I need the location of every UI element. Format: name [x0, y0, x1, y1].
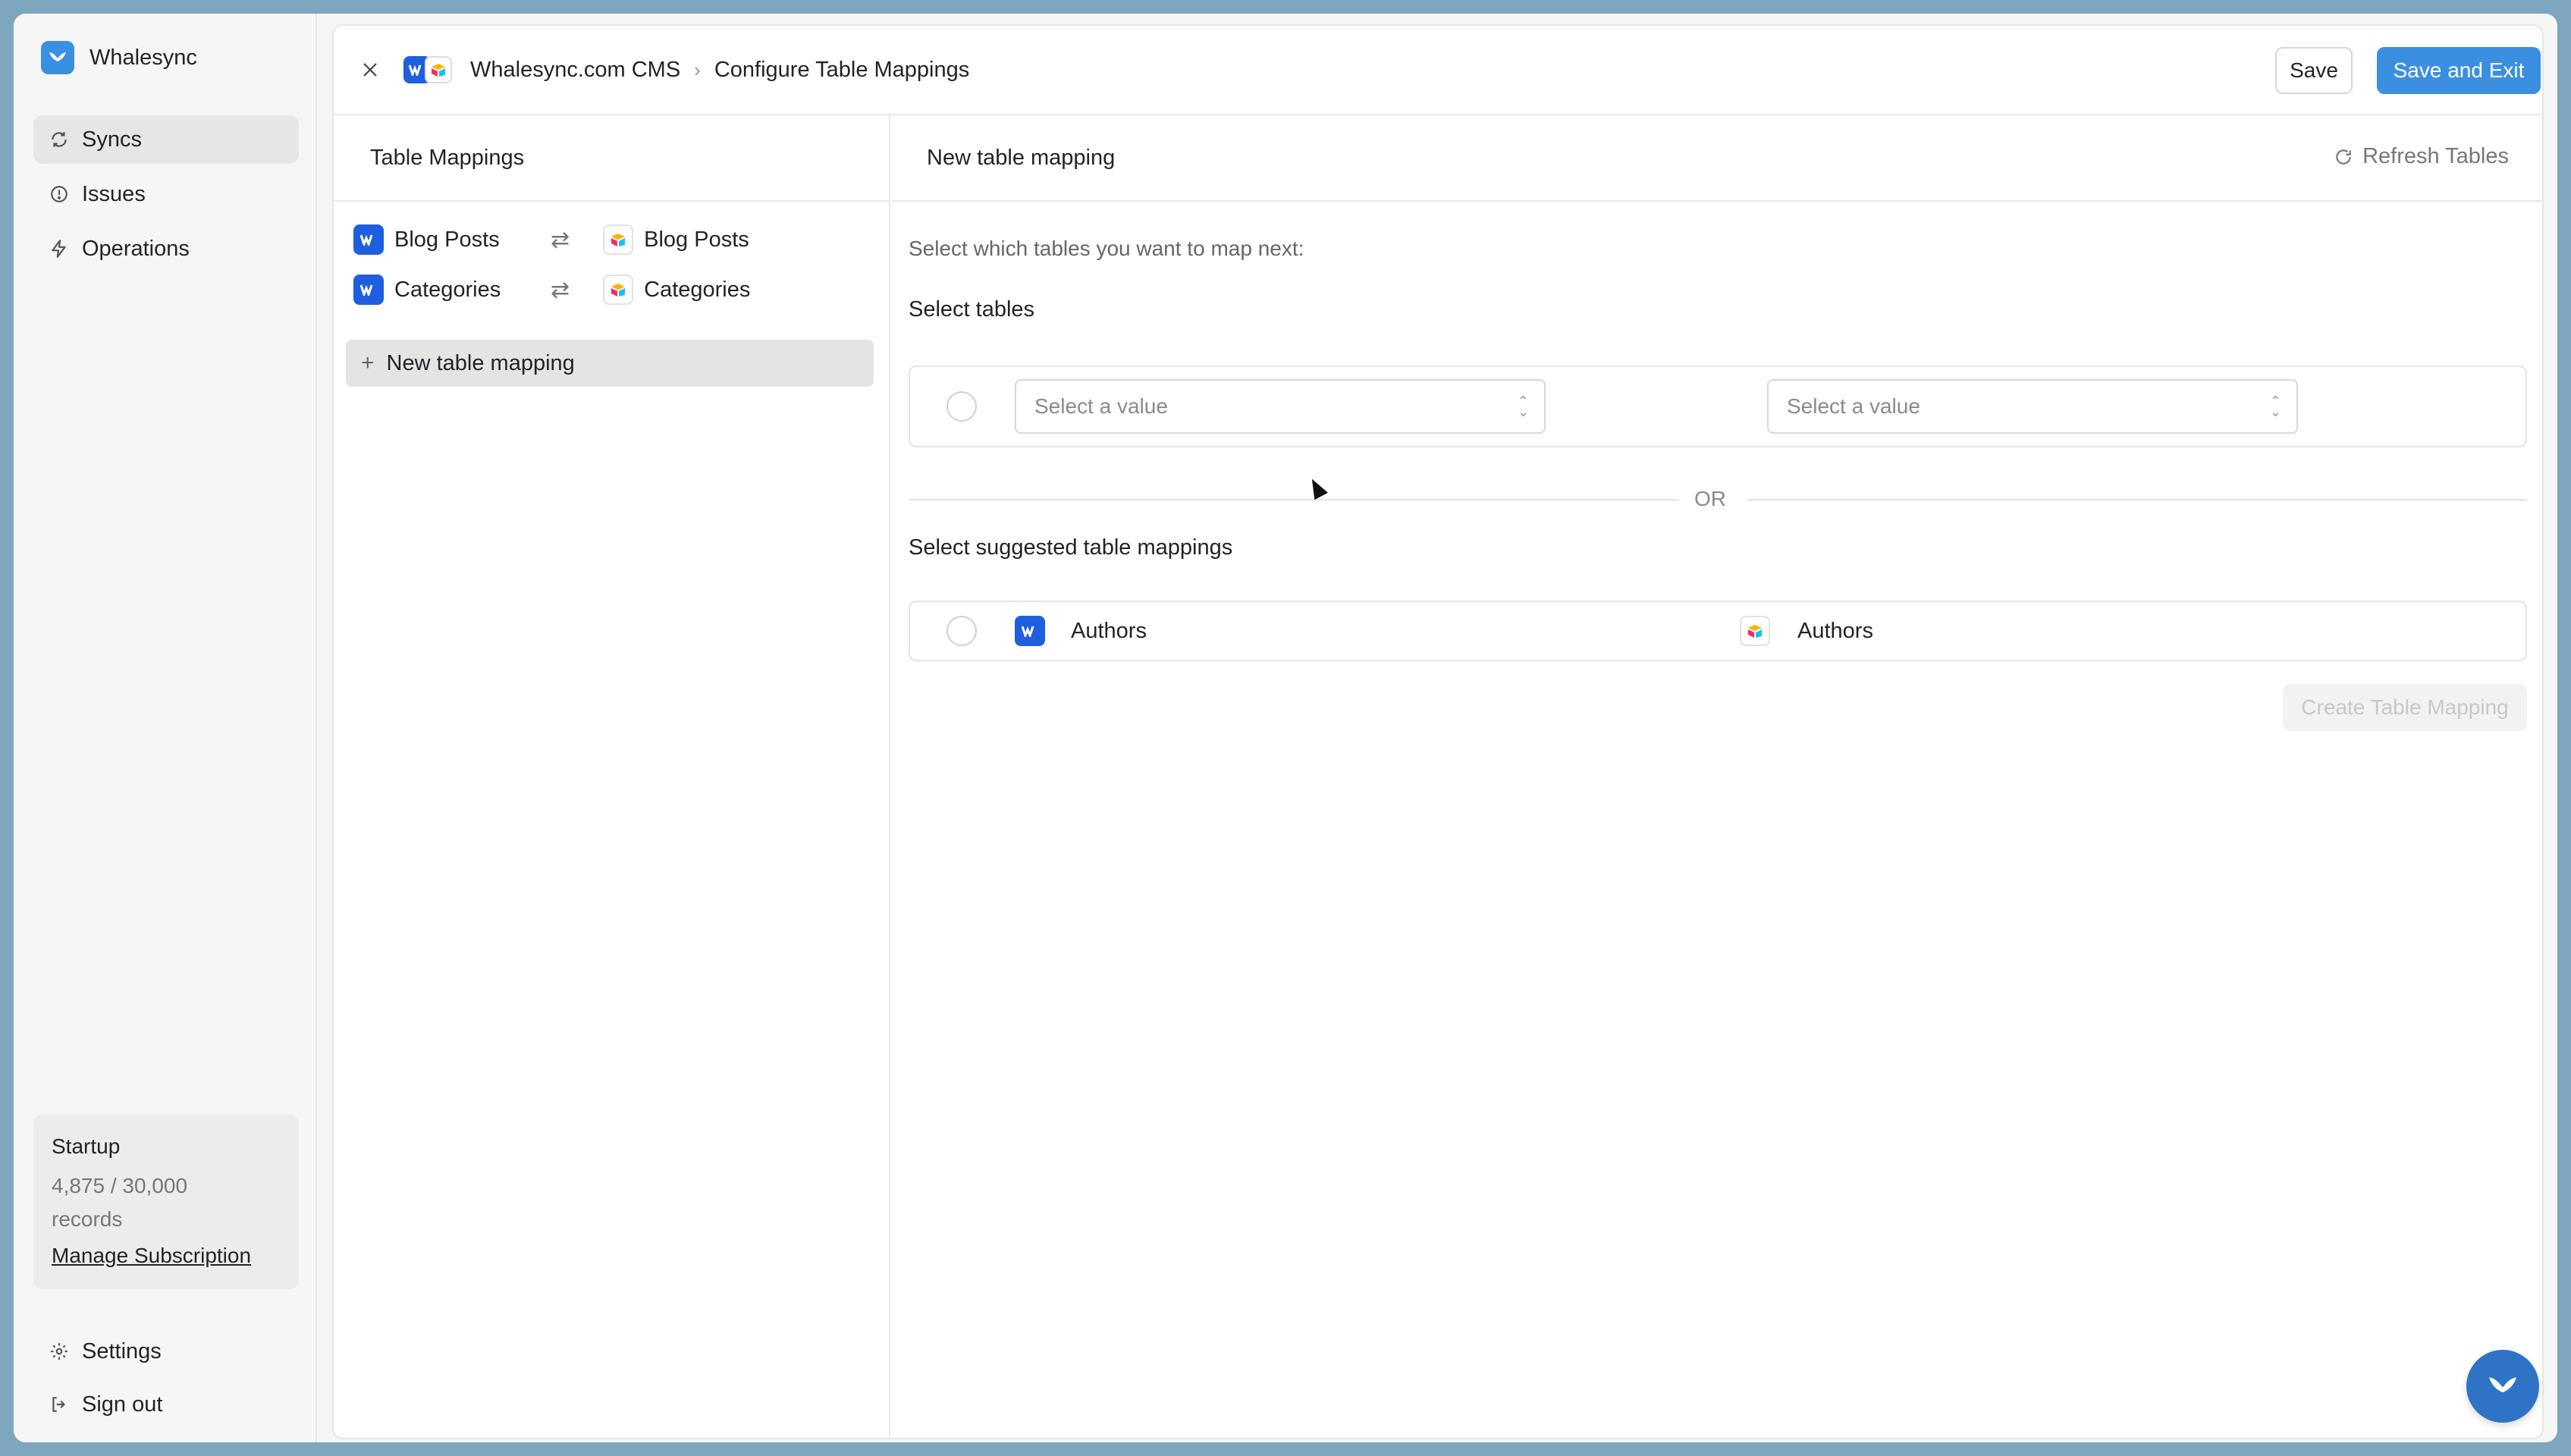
suggested-mappings-title: Select suggested table mappings — [909, 535, 1233, 560]
sign-out-icon — [49, 1394, 70, 1415]
refresh-tables-button[interactable]: Refresh Tables — [2334, 144, 2509, 169]
airtable-icon — [425, 56, 452, 83]
sync-pair-icon — [403, 53, 457, 86]
chevron-updown-icon: ⌃ ⌄ — [1517, 394, 1529, 419]
plan-card: Startup 4,875 / 30,000 records Manage Su… — [33, 1115, 299, 1289]
sidebar-nav: Syncs Issues Operations — [33, 115, 299, 279]
select-tables-radio[interactable] — [946, 391, 977, 422]
divider-line — [1747, 499, 2527, 500]
brand-name: Whalesync — [89, 45, 197, 70]
divider-line — [909, 499, 1679, 500]
target-table-select[interactable]: Select a value ⌃ ⌄ — [1767, 379, 2298, 434]
airtable-icon — [603, 275, 634, 305]
table-mapping-row[interactable]: Categories ⇄ Categories — [353, 267, 881, 312]
mapping-target: Blog Posts — [644, 227, 749, 252]
sidebar-item-settings[interactable]: Settings — [33, 1327, 299, 1376]
sidebar: Whalesync Syncs Issues Operations Startu… — [14, 14, 317, 1442]
select-tables-title: Select tables — [909, 297, 1035, 322]
sidebar-item-label: Settings — [82, 1338, 162, 1363]
top-bar: Whalesync.com CMS › Configure Table Mapp… — [334, 26, 2542, 115]
new-mapping-header: New table mapping Refresh Tables — [892, 115, 2544, 202]
suggested-source: Authors — [1071, 619, 1147, 643]
webflow-icon — [1015, 616, 1045, 646]
chevron-updown-icon: ⌃ ⌄ — [2269, 394, 2281, 419]
target-table-placeholder: Select a value — [1787, 394, 1920, 418]
new-table-mapping-item[interactable]: + New table mapping — [346, 340, 874, 387]
support-chat-button[interactable] — [2466, 1350, 2539, 1423]
table-mapping-row[interactable]: Blog Posts ⇄ Blog Posts — [353, 217, 881, 262]
table-mappings-title: Table Mappings — [334, 115, 889, 202]
airtable-icon — [603, 224, 634, 255]
breadcrumb-sync-name[interactable]: Whalesync.com CMS — [470, 58, 680, 83]
plus-icon: + — [361, 350, 375, 375]
new-mapping-pane: New table mapping Refresh Tables Select … — [892, 115, 2544, 1439]
new-mapping-title: New table mapping — [927, 146, 1116, 170]
breadcrumb: Whalesync.com CMS › Configure Table Mapp… — [403, 53, 969, 86]
save-button[interactable]: Save — [2275, 47, 2353, 94]
manage-subscription-link[interactable]: Manage Subscription — [52, 1244, 251, 1268]
sidebar-item-issues[interactable]: Issues — [33, 170, 299, 218]
suggested-mapping-row[interactable]: Authors Authors — [909, 601, 2527, 661]
new-table-mapping-label: New table mapping — [386, 350, 575, 375]
sidebar-item-label: Issues — [82, 181, 146, 206]
swap-arrows-icon: ⇄ — [551, 277, 570, 303]
plan-usage: 4,875 / 30,000 — [52, 1174, 188, 1197]
sidebar-bottom-nav: Settings Sign out — [33, 1327, 299, 1433]
close-button[interactable] — [356, 56, 384, 83]
mapping-target: Categories — [644, 277, 751, 302]
alert-circle-icon — [49, 184, 70, 205]
chevron-right-icon: › — [694, 58, 701, 81]
whale-tail-icon — [41, 41, 74, 74]
bolt-icon — [49, 238, 70, 259]
or-label: OR — [1694, 487, 1726, 510]
sidebar-item-sign-out[interactable]: Sign out — [33, 1380, 299, 1429]
brand[interactable]: Whalesync — [41, 41, 197, 74]
table-mappings-pane: Table Mappings Blog Posts ⇄ Blog Posts C… — [334, 115, 890, 1439]
sync-icon — [49, 129, 70, 150]
plan-usage-unit: records — [52, 1207, 123, 1231]
save-and-exit-button[interactable]: Save and Exit — [2377, 47, 2541, 94]
sidebar-item-label: Syncs — [82, 127, 142, 152]
close-icon — [363, 63, 377, 77]
main-panel: Whalesync.com CMS › Configure Table Mapp… — [332, 24, 2544, 1439]
plan-name: Startup — [52, 1134, 121, 1158]
webflow-icon — [353, 275, 384, 305]
refresh-tables-label: Refresh Tables — [2362, 144, 2509, 168]
gear-icon — [49, 1341, 70, 1362]
select-tables-row: Select a value ⌃ ⌄ Select a value ⌃ ⌄ — [909, 366, 2527, 447]
select-hint: Select which tables you want to map next… — [909, 237, 1304, 260]
suggested-mapping-radio[interactable] — [946, 616, 977, 646]
webflow-icon — [353, 224, 384, 255]
mapping-source: Blog Posts — [394, 227, 500, 252]
sidebar-item-label: Operations — [82, 236, 190, 261]
swap-arrows-icon: ⇄ — [551, 227, 570, 253]
refresh-icon — [2336, 149, 2351, 165]
whale-tail-icon — [2489, 1377, 2516, 1393]
sidebar-item-syncs[interactable]: Syncs — [33, 115, 299, 164]
mapping-source: Categories — [394, 277, 501, 302]
app-window: Whalesync Syncs Issues Operations Startu… — [14, 14, 2557, 1442]
source-table-placeholder: Select a value — [1034, 394, 1168, 418]
sidebar-item-label: Sign out — [82, 1392, 163, 1417]
or-divider: OR — [909, 484, 2527, 514]
create-table-mapping-button[interactable]: Create Table Mapping — [2283, 684, 2527, 731]
airtable-icon — [1740, 616, 1770, 646]
source-table-select[interactable]: Select a value ⌃ ⌄ — [1015, 379, 1546, 434]
sidebar-item-operations[interactable]: Operations — [33, 224, 299, 273]
page-title: Configure Table Mappings — [714, 57, 970, 82]
suggested-target: Authors — [1797, 619, 1873, 643]
